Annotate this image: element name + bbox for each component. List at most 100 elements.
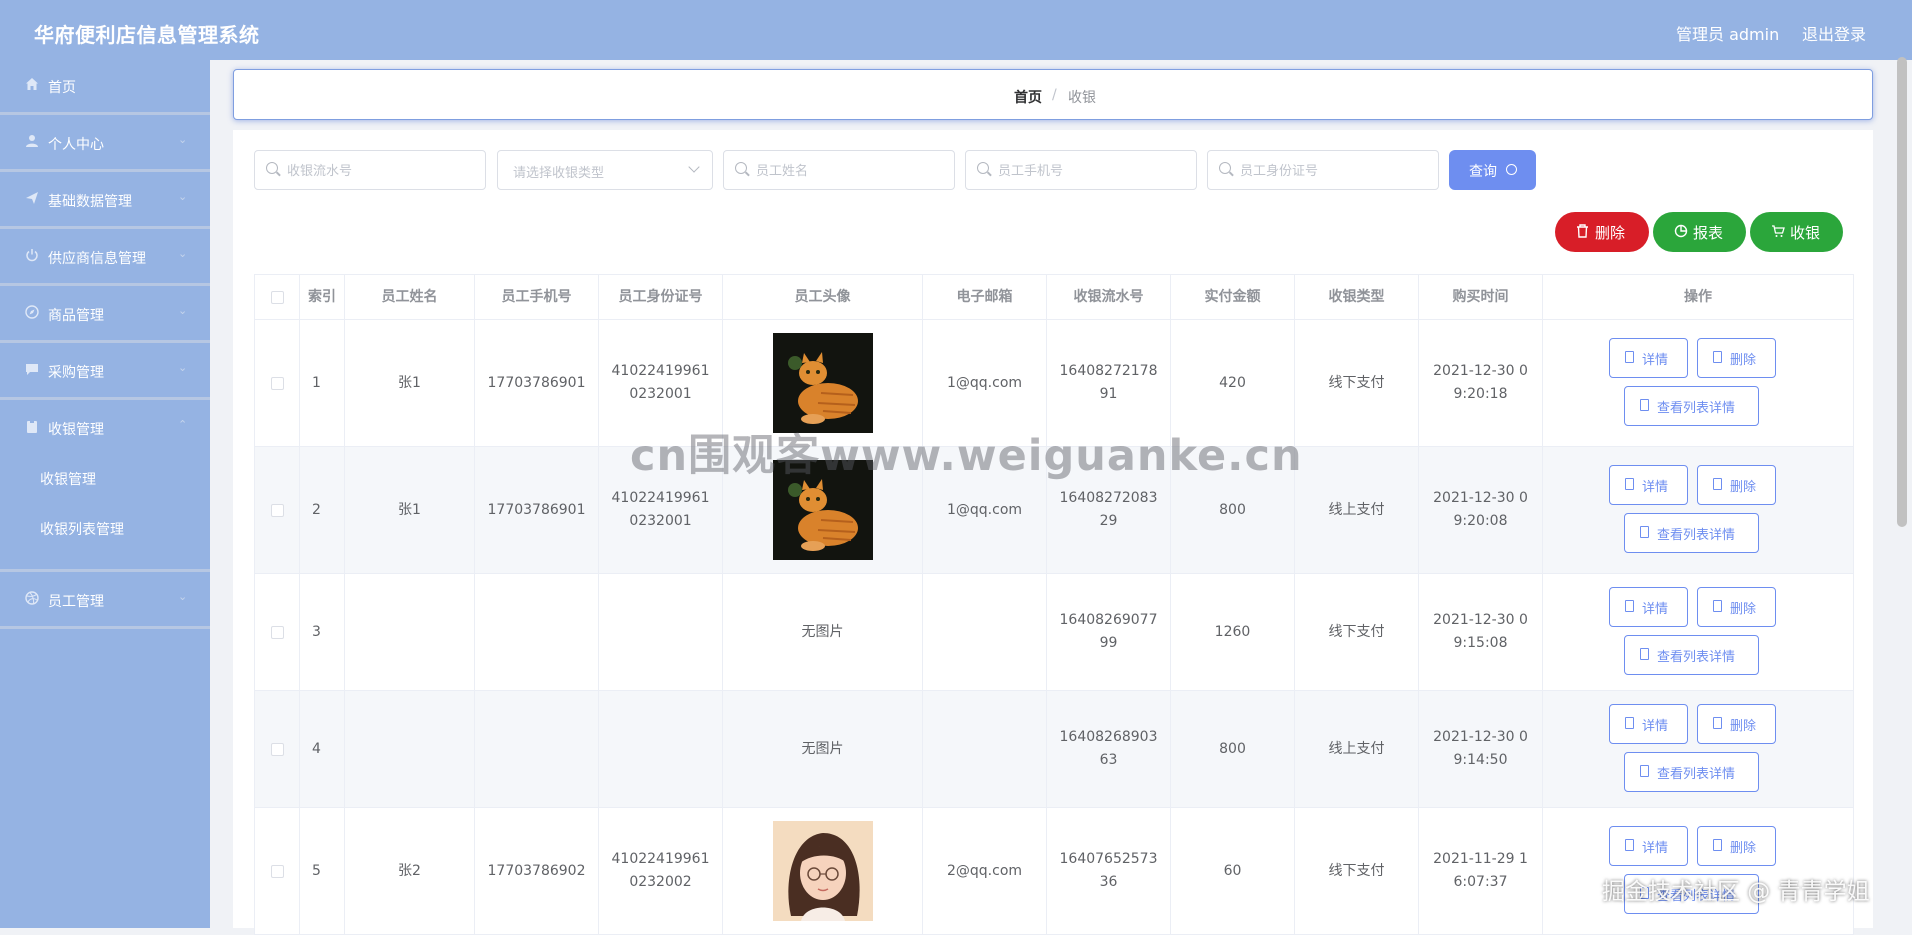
batch-delete-button[interactable]: 删除: [1555, 212, 1649, 252]
staff-name-cell: 张2: [345, 808, 475, 935]
chevron-down-icon: ⌄: [178, 590, 188, 603]
checkout-type-cell: 线上支付: [1295, 447, 1419, 574]
cat-avatar-image: [772, 333, 873, 433]
row-delete-button[interactable]: 删除: [1697, 465, 1776, 505]
row-delete-button[interactable]: 删除: [1697, 704, 1776, 744]
staff-phone-search-field[interactable]: [965, 150, 1197, 191]
staff-name-header: 员工姓名: [345, 275, 475, 320]
staff-name-search-field[interactable]: [723, 150, 955, 191]
sidebar-item-supplier[interactable]: 供应商信息管理 ⌄: [0, 231, 210, 286]
sidebar-item-label: 基础数据管理: [48, 194, 132, 210]
page-scrollbar[interactable]: [1897, 57, 1907, 527]
index-header: 索引: [300, 275, 345, 320]
serial-header: 收银流水号: [1047, 275, 1171, 320]
checkout-type-cell: 线下支付: [1295, 574, 1419, 691]
row-delete-button[interactable]: 删除: [1697, 826, 1776, 866]
row-actions-cell: 详情 删除查看列表详情: [1543, 320, 1854, 447]
document-icon: [1640, 399, 1649, 411]
purchase-time-cell: 2021-12-30 09:20:18: [1419, 320, 1543, 447]
sidebar-item-goods[interactable]: 商品管理 ⌄: [0, 288, 210, 343]
sidebar: 首页 个人中心 ⌄ 基础数据管理 ⌄ 供应商信息管理 ⌄ 商品管理 ⌄ 采购管理…: [0, 60, 210, 928]
checkout-button[interactable]: 收银: [1750, 212, 1843, 252]
watermark: 掘金技术社区 @ 青青学姐: [1602, 879, 1870, 905]
no-image-text: 无图片: [801, 623, 844, 640]
row-list-detail-button[interactable]: 查看列表详情: [1624, 635, 1759, 675]
sidebar-item-home[interactable]: 首页: [0, 60, 210, 115]
staff-phone-search-input[interactable]: [996, 151, 1190, 191]
checkout-label: 收银: [1790, 224, 1821, 242]
staff-name-cell: [345, 574, 475, 691]
chevron-down-icon: ⌄: [178, 361, 188, 374]
row-detail-button[interactable]: 详情: [1609, 704, 1688, 744]
row-detail-button[interactable]: 详情: [1609, 826, 1688, 866]
logout-link[interactable]: 退出登录: [1802, 21, 1866, 45]
staff-idcard-search-input[interactable]: [1238, 151, 1432, 191]
row-list-detail-button[interactable]: 查看列表详情: [1624, 752, 1759, 792]
report-button[interactable]: 报表: [1653, 212, 1746, 252]
staff-idcard-cell: [599, 574, 723, 691]
index-cell: 3: [300, 574, 345, 691]
compass-icon: [24, 305, 40, 321]
row-detail-label: 详情: [1642, 841, 1669, 856]
sidebar-item-label: 商品管理: [48, 308, 104, 324]
sidebar-item-staff[interactable]: 员工管理 ⌄: [0, 574, 210, 629]
submenu-item-checkout-list[interactable]: 收银列表管理: [40, 519, 124, 539]
query-button-label: 查询: [1469, 164, 1497, 180]
checkout-type-cell: 线下支付: [1295, 320, 1419, 447]
sidebar-item-label: 首页: [48, 80, 76, 96]
row-checkbox[interactable]: [270, 376, 284, 390]
sidebar-item-base-data[interactable]: 基础数据管理 ⌄: [0, 174, 210, 229]
document-icon: [1625, 351, 1634, 363]
select-all-checkbox[interactable]: [270, 290, 284, 304]
girl-avatar-image: [772, 821, 873, 921]
query-button[interactable]: 查询: [1449, 150, 1536, 190]
actions-header: 操作: [1543, 275, 1854, 320]
row-detail-label: 详情: [1642, 353, 1669, 368]
staff-idcard-search-field[interactable]: [1207, 150, 1439, 191]
breadcrumb-home[interactable]: 首页: [1014, 87, 1042, 107]
document-icon: [1640, 526, 1649, 538]
row-checkbox[interactable]: [270, 625, 284, 639]
staff-phone-cell: [475, 574, 599, 691]
breadcrumb: 首页 / 收银: [233, 69, 1873, 120]
sidebar-item-purchase[interactable]: 采购管理 ⌄: [0, 345, 210, 400]
breadcrumb-current: 收银: [1068, 90, 1096, 106]
row-select-cell: [255, 808, 300, 935]
row-detail-button[interactable]: 详情: [1609, 338, 1688, 378]
checkout-type-cell: 线下支付: [1295, 808, 1419, 935]
checkout-type-select[interactable]: 请选择收银类型: [497, 150, 713, 190]
row-delete-button[interactable]: 删除: [1697, 587, 1776, 627]
serial-search-field[interactable]: [254, 150, 486, 191]
row-checkbox[interactable]: [270, 864, 284, 878]
row-delete-button[interactable]: 删除: [1697, 338, 1776, 378]
row-checkbox[interactable]: [270, 742, 284, 756]
trash-icon: [1713, 600, 1722, 612]
staff-phone-cell: [475, 691, 599, 808]
row-detail-button[interactable]: 详情: [1609, 465, 1688, 505]
purchase-time-cell: 2021-12-30 09:15:08: [1419, 574, 1543, 691]
sidebar-item-label: 供应商信息管理: [48, 251, 146, 267]
row-checkbox[interactable]: [270, 503, 284, 517]
sidebar-item-label: 个人中心: [48, 137, 104, 153]
row-detail-button[interactable]: 详情: [1609, 587, 1688, 627]
row-list-detail-button[interactable]: 查看列表详情: [1624, 386, 1759, 426]
sidebar-item-checkout[interactable]: 收银管理 ⌃ 收银管理 收银列表管理: [0, 402, 210, 572]
row-list-detail-button[interactable]: 查看列表详情: [1624, 513, 1759, 553]
checkout-type-header: 收银类型: [1295, 275, 1419, 320]
serial-cell: 1640826907799: [1047, 574, 1171, 691]
row-detail-label: 详情: [1642, 602, 1669, 617]
row-list-detail-label: 查看列表详情: [1657, 767, 1736, 782]
index-cell: 2: [300, 447, 345, 574]
submenu-item-checkout-manage[interactable]: 收银管理: [40, 469, 96, 489]
sidebar-item-personal-center[interactable]: 个人中心 ⌄: [0, 117, 210, 172]
serial-search-input[interactable]: [285, 151, 479, 191]
staff-name-search-input[interactable]: [754, 151, 948, 191]
top-bar: 华府便利店信息管理系统 管理员 admin 退出登录: [0, 0, 1912, 60]
sidebar-item-label: 收银管理: [48, 422, 104, 438]
watermark: cn围观客www.weiguanke.cn: [630, 431, 1303, 481]
amount-cell: 1260: [1171, 574, 1295, 691]
amount-cell: 800: [1171, 691, 1295, 808]
clipboard-icon: [24, 419, 40, 435]
row-list-detail-label: 查看列表详情: [1657, 528, 1736, 543]
row-actions-cell: 详情 删除查看列表详情: [1543, 691, 1854, 808]
